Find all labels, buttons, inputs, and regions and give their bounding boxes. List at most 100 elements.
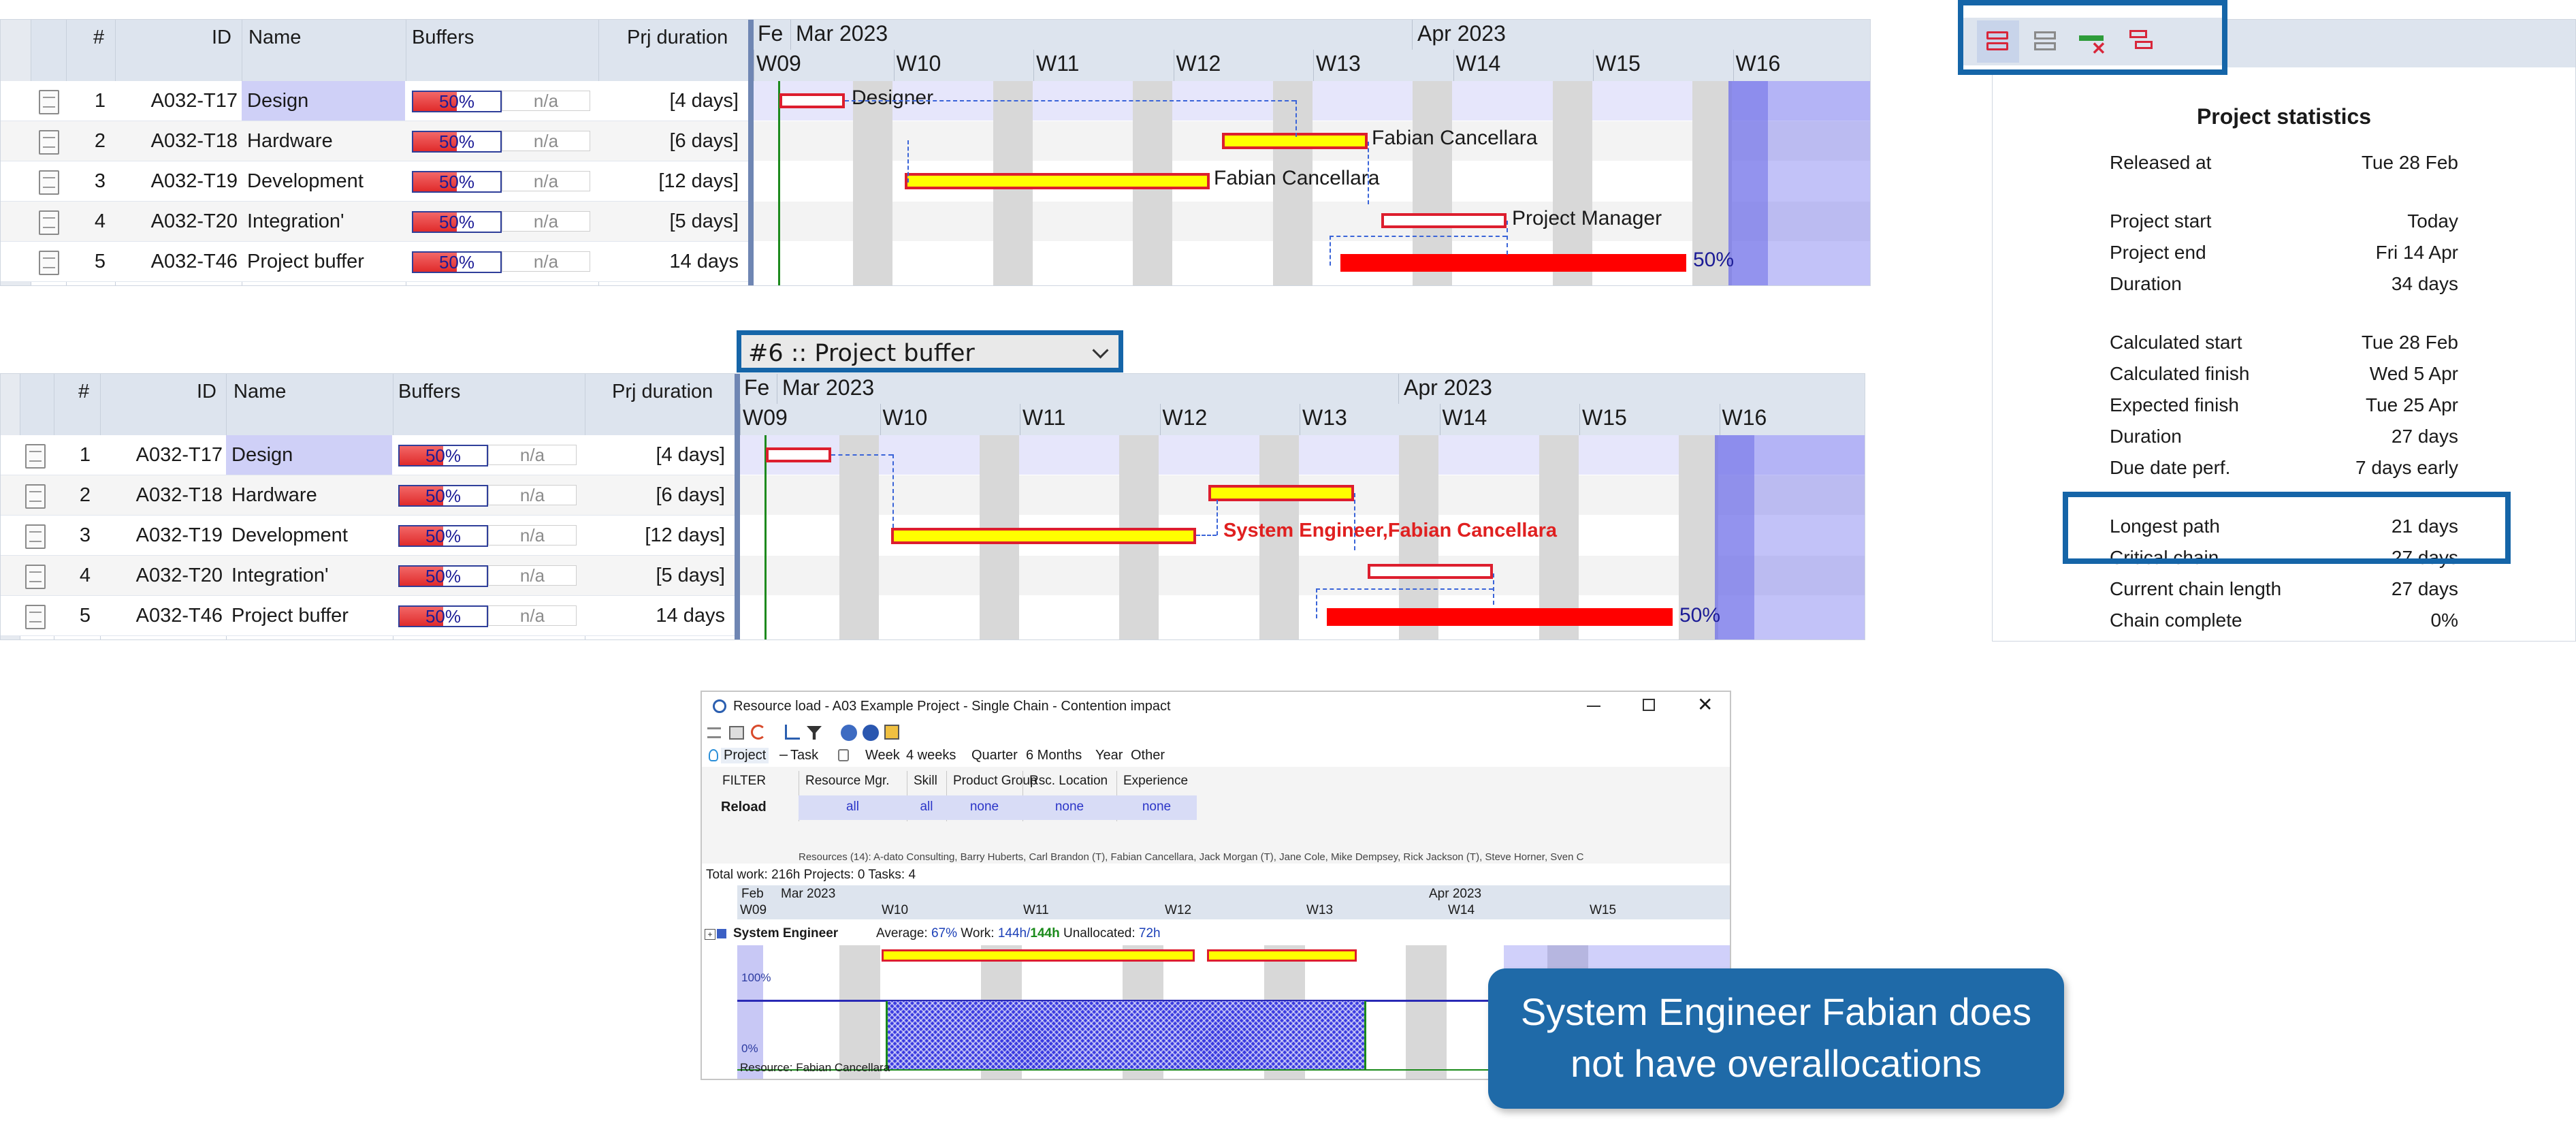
col-header-num[interactable]: # (78, 378, 89, 405)
task-name[interactable]: Design (226, 435, 392, 475)
col-header-name[interactable]: Name (234, 378, 286, 405)
gantt-chart-area[interactable]: Fe Mar 2023 Apr 2023 W09 W10 W11 W12 W13 W14 W… (754, 20, 1870, 285)
split-icon[interactable] (2120, 20, 2162, 63)
col-header-num[interactable]: # (93, 24, 104, 51)
task-bar-integration[interactable] (1368, 564, 1493, 579)
task-name[interactable]: Hardware (242, 121, 405, 161)
task-name[interactable]: Design (242, 81, 405, 121)
filter-value[interactable]: none (1023, 800, 1116, 815)
users-icon[interactable] (841, 725, 857, 741)
task-name[interactable]: Integration' (226, 556, 392, 595)
task-doc-icon[interactable] (39, 90, 59, 114)
col-header-buffers[interactable]: Buffers (398, 378, 460, 405)
task-bar-integration[interactable] (1381, 213, 1507, 228)
swap-red-icon[interactable] (1977, 20, 2019, 63)
col-header-name[interactable]: Name (248, 24, 301, 51)
buffer-meter[interactable]: 50% (398, 605, 488, 627)
list-icon[interactable] (707, 727, 721, 738)
range-other[interactable]: Other (1131, 748, 1165, 763)
task-name[interactable]: Integration' (242, 202, 405, 241)
lock-icon[interactable] (838, 749, 849, 761)
task-doc-icon[interactable] (25, 484, 46, 509)
col-header-buffers[interactable]: Buffers (412, 24, 474, 51)
task-bar-development[interactable] (891, 528, 1196, 544)
range-quarter[interactable]: Quarter (971, 748, 1018, 763)
col-header-duration[interactable]: Prj duration (612, 378, 713, 405)
load-task-bar[interactable] (1207, 949, 1357, 962)
task-doc-icon[interactable] (39, 130, 59, 155)
buffer-bar[interactable] (1340, 254, 1686, 272)
filter-value[interactable]: all (907, 800, 946, 815)
task-doc-icon[interactable] (25, 565, 46, 589)
task-doc-icon[interactable] (25, 524, 46, 549)
task-bar-hardware[interactable] (1208, 485, 1354, 501)
table-row[interactable]: 5 A032-T46 Project buffer 50% n/a 14 days (1, 596, 735, 636)
splitter[interactable] (735, 374, 740, 639)
task-bar-hardware[interactable] (1222, 133, 1368, 149)
task-bar-design[interactable] (766, 447, 831, 462)
task-bar-design[interactable] (779, 93, 845, 108)
task-name[interactable]: Hardware (226, 475, 392, 515)
buffer-meter[interactable]: 50% (412, 171, 502, 193)
buffer-bar[interactable] (1327, 608, 1673, 626)
range-week[interactable]: Week (865, 748, 900, 763)
buffer-meter[interactable]: 50% (398, 525, 488, 547)
task-doc-icon[interactable] (25, 605, 46, 629)
col-header-id[interactable]: ID (197, 378, 216, 405)
close-icon[interactable]: ✕ (1697, 695, 1713, 715)
buffer-meter[interactable]: 50% (398, 485, 488, 507)
swap-grey-icon[interactable] (2025, 20, 2067, 63)
col-header-id[interactable]: ID (212, 24, 231, 51)
stat-label: Duration (2110, 426, 2182, 447)
task-bar-development[interactable] (905, 173, 1210, 189)
task-name[interactable]: Project buffer (242, 242, 405, 281)
table-row[interactable]: 1 A032-T17 Design 50% n/a [4 days] (1, 435, 735, 475)
table-row[interactable]: 5 A032-T46 Project buffer 50% n/a 14 days (1, 242, 748, 282)
load-task-bar[interactable] (882, 949, 1195, 962)
range-6months[interactable]: 6 Months (1026, 748, 1082, 763)
people-icon[interactable] (863, 725, 879, 741)
table-row[interactable]: 1 A032-T17 Design 50% n/a [4 days] (1, 81, 748, 121)
buffer-meter[interactable]: 50% (412, 91, 502, 112)
table-row[interactable]: 3 A032-T19 Development 50% n/a [12 days] (1, 516, 735, 556)
tab-project[interactable]: Project (721, 748, 769, 763)
buffer-meter[interactable]: 50% (412, 211, 502, 233)
task-name[interactable]: Development (226, 516, 392, 555)
filter-value[interactable]: none (1116, 800, 1197, 815)
table-row[interactable]: 4 A032-T20 Integration' 50% n/a [5 days] (1, 202, 748, 242)
remove-link-icon[interactable]: ✕ (2072, 20, 2114, 63)
filter-value[interactable]: all (799, 800, 907, 815)
reload-button[interactable]: Reload (721, 800, 767, 815)
task-doc-icon[interactable] (39, 210, 59, 235)
gantt-chart-area[interactable]: Fe Mar 2023 Apr 2023 W09 W10 W11 W12 W13 W14 W… (740, 374, 1865, 639)
stat-label: Due date perf. (2110, 457, 2231, 478)
table-row[interactable]: 4 A032-T20 Integration' 50% n/a [5 days] (1, 556, 735, 596)
maximize-icon[interactable] (1643, 699, 1655, 711)
chart-icon[interactable] (785, 725, 800, 740)
table-row[interactable]: 2 A032-T18 Hardware 50% n/a [6 days] (1, 121, 748, 161)
settings-icon[interactable] (884, 725, 899, 740)
task-doc-icon[interactable] (39, 170, 59, 195)
task-name[interactable]: Development (242, 161, 405, 201)
refresh-icon[interactable] (751, 725, 766, 740)
buffer-meter[interactable]: 50% (398, 445, 488, 467)
expand-icon[interactable]: + (705, 929, 715, 940)
chain-selector[interactable]: #6 :: Project buffer (737, 330, 1123, 373)
task-doc-icon[interactable] (25, 444, 46, 469)
tab-task[interactable]: Task (790, 748, 818, 763)
range-4weeks[interactable]: 4 weeks (906, 748, 956, 763)
buffer-meter[interactable]: 50% (398, 565, 488, 587)
splitter[interactable] (748, 20, 754, 285)
range-year[interactable]: Year (1095, 748, 1123, 763)
task-doc-icon[interactable] (39, 251, 59, 275)
buffer-meter[interactable]: 50% (412, 251, 502, 273)
task-name[interactable]: Project buffer (226, 596, 392, 635)
filter-value[interactable]: none (946, 800, 1023, 815)
minimize-icon[interactable] (1587, 706, 1600, 707)
table-row[interactable]: 2 A032-T18 Hardware 50% n/a [6 days] (1, 475, 735, 516)
grid-icon[interactable] (729, 726, 744, 740)
col-header-duration[interactable]: Prj duration (627, 24, 728, 51)
table-row[interactable]: 3 A032-T19 Development 50% n/a [12 days] (1, 161, 748, 202)
filter-icon[interactable] (807, 726, 822, 740)
buffer-meter[interactable]: 50% (412, 131, 502, 153)
